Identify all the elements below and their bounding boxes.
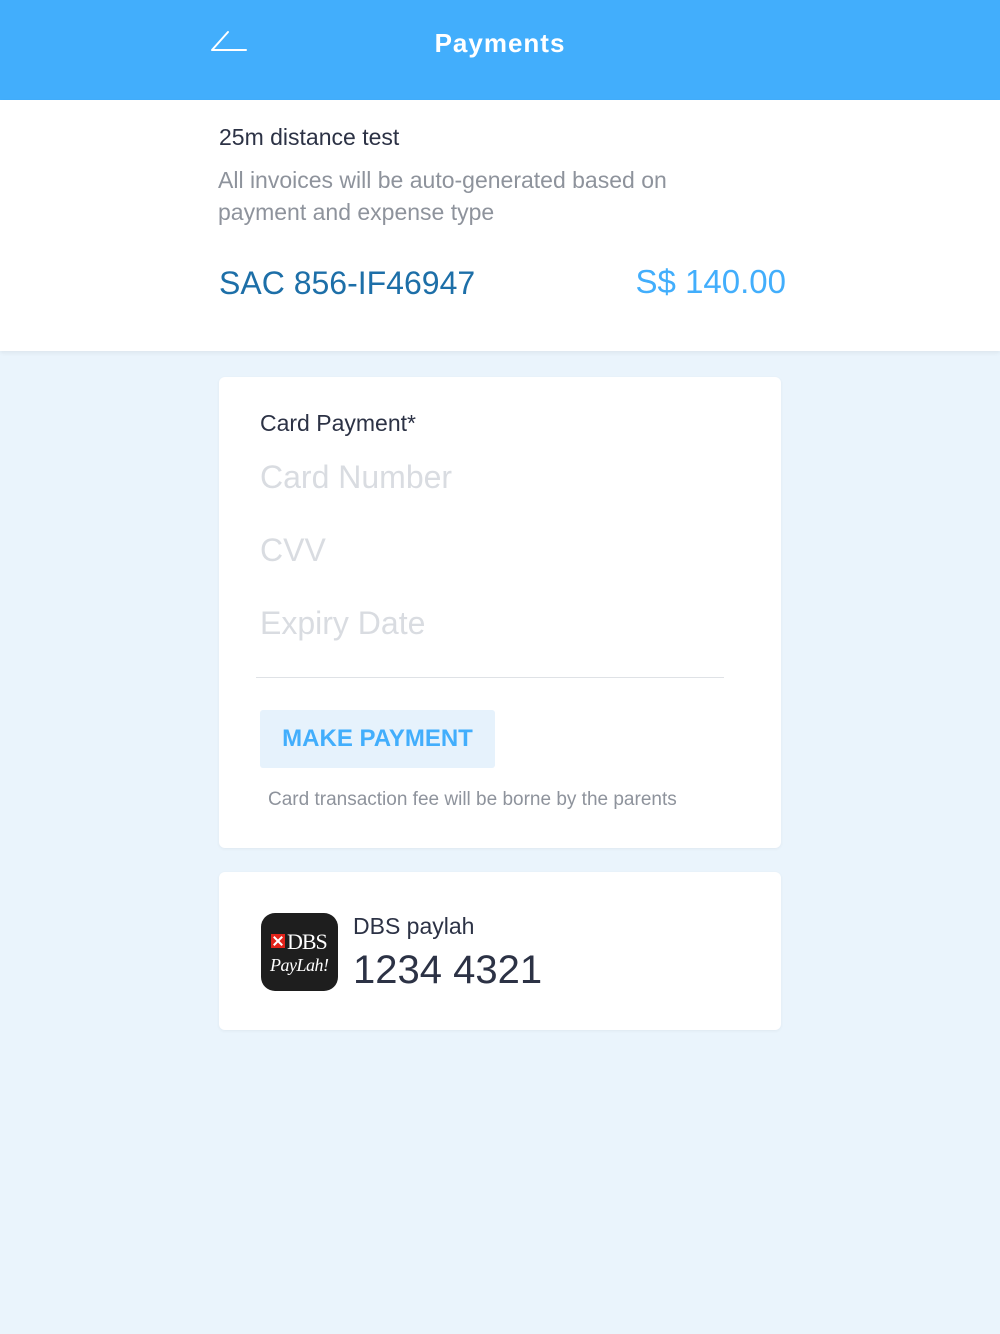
expiry-date-field[interactable] [260,598,720,648]
top-bar: Payments [0,0,1000,100]
paylah-label: DBS paylah [353,913,475,939]
divider [256,677,724,678]
invoice-amount: S$ 140.00 [635,263,786,300]
paylah-number: 1234 4321 [353,948,543,992]
invoice-summary: 25m distance test All invoices will be a… [0,100,1000,351]
invoice-description: All invoices will be auto-generated base… [218,167,667,225]
fee-note: Card transaction fee will be borne by th… [268,789,677,810]
cvv-field[interactable] [260,525,720,575]
make-payment-button[interactable]: MAKE PAYMENT [260,710,495,768]
dbs-paylah-logo: DBS PayLah! [261,913,338,991]
dbs-x-mark-icon [271,934,285,948]
logo-brand-text: DBS [287,929,328,954]
card-number-field[interactable] [260,452,720,502]
invoice-reference: SAC 856-IF46947 [219,265,476,301]
card-payment-panel: Card Payment* MAKE PAYMENT Card transact… [219,377,781,848]
logo-product-text: PayLah! [270,955,329,975]
card-payment-title: Card Payment* [260,410,416,436]
event-title: 25m distance test [219,124,400,150]
paylah-panel: DBS PayLah! DBS paylah 1234 4321 [219,872,781,1030]
page-title: Payments [434,28,566,58]
